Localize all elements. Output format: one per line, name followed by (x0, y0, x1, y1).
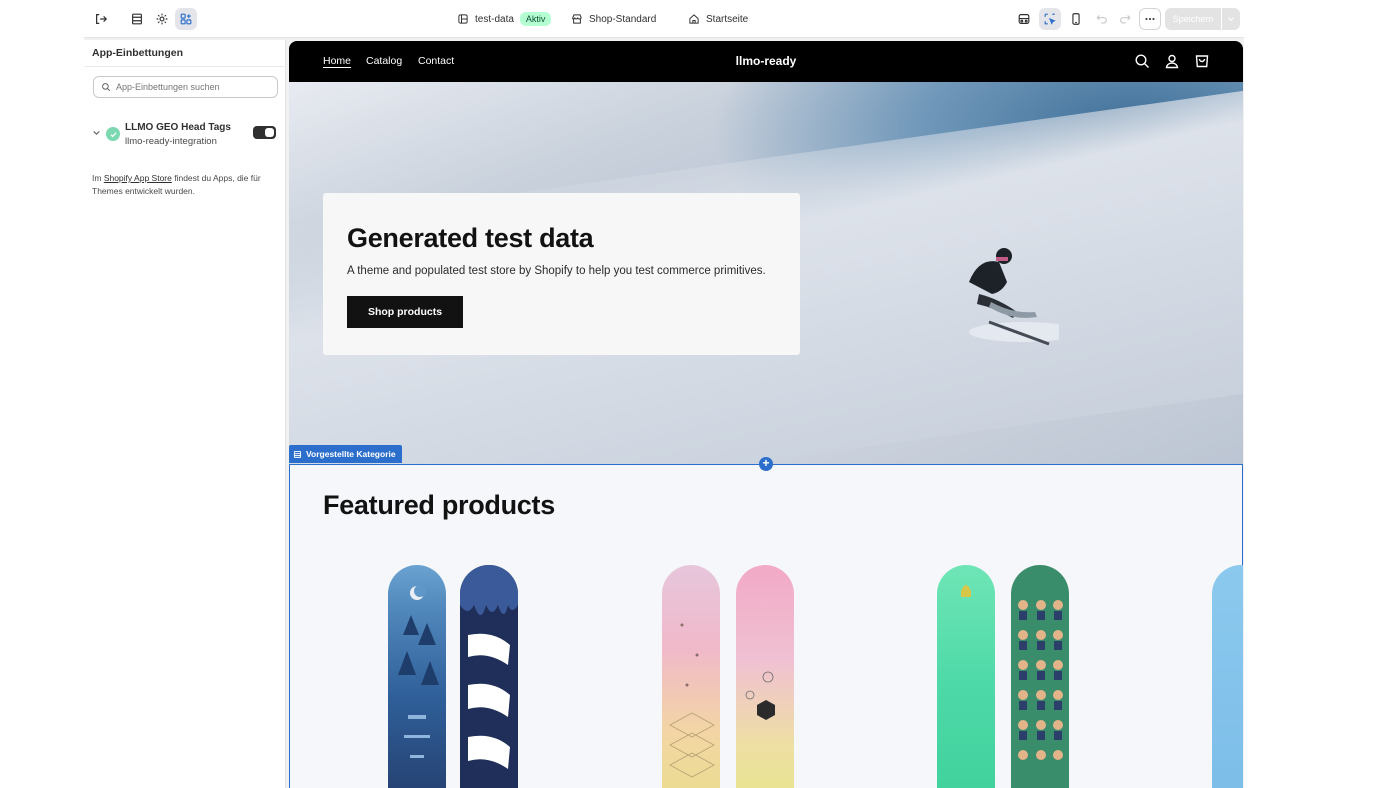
apps-icon (180, 13, 192, 25)
grid-pattern (669, 623, 715, 778)
hero-card: Generated test data A theme and populate… (323, 193, 800, 355)
section-icon (293, 450, 302, 458)
product-image (1011, 565, 1069, 788)
snowboarder-image (969, 248, 1059, 346)
product-image (460, 565, 518, 788)
store-header: Home Catalog Contact llmo-ready (289, 41, 1243, 82)
app-embed-item[interactable]: LLMO GEO Head Tags llmo-ready-integratio… (92, 120, 278, 150)
save-button[interactable]: Speichern (1165, 8, 1221, 30)
inspector-button[interactable] (1013, 8, 1035, 30)
ellipsis-icon (1145, 17, 1155, 21)
store-icon (458, 14, 468, 24)
section-tag-label: Vorgestellte Kategorie (306, 449, 396, 459)
mobile-icon (1072, 13, 1080, 25)
sections-icon (132, 13, 142, 25)
redo-button[interactable] (1114, 8, 1136, 30)
editor-topbar: test-data Aktiv Shop-Standard Startseite (84, 0, 1244, 38)
featured-title: Featured products (323, 490, 555, 520)
app-embed-name: LLMO GEO Head Tags (125, 122, 231, 133)
product-image (1212, 565, 1243, 788)
more-actions-button[interactable] (1139, 8, 1161, 30)
theme-name: Shop-Standard (589, 13, 657, 25)
inspector-icon (1018, 14, 1030, 24)
app-embed-handle: llmo-ready-integration (125, 136, 217, 147)
mobile-view-button[interactable] (1065, 8, 1087, 30)
exit-button[interactable] (90, 8, 112, 30)
search-input[interactable] (116, 82, 266, 92)
theme-settings-button[interactable] (151, 8, 173, 30)
store-preview: Home Catalog Contact llmo-ready Generate… (289, 41, 1243, 788)
search-icon[interactable] (1134, 53, 1150, 69)
select-cursor-icon (1044, 13, 1056, 25)
product-card[interactable] (937, 565, 1069, 788)
hero-title: Generated test data (347, 223, 594, 253)
cube-pattern (745, 671, 775, 720)
undo-icon (1096, 15, 1107, 24)
store-selector[interactable]: test-data Aktiv (457, 11, 552, 27)
panel-title: App-Einbettungen (92, 47, 183, 59)
undo-button[interactable] (1091, 8, 1113, 30)
gear-icon (156, 13, 168, 25)
hero-banner: Generated test data A theme and populate… (289, 82, 1243, 464)
app-store-note: Im Shopify App Store findest du Apps, di… (92, 172, 280, 198)
app-embeds-button[interactable] (175, 8, 197, 30)
trees-pattern (398, 585, 439, 758)
product-card[interactable] (1212, 565, 1243, 788)
search-icon (102, 83, 111, 92)
product-card[interactable] (662, 565, 794, 788)
page-name: Startseite (706, 13, 749, 25)
divider (84, 66, 286, 67)
status-badge: Aktiv (519, 12, 552, 26)
product-card[interactable] (388, 565, 520, 788)
exit-icon (96, 14, 108, 24)
search-box[interactable] (93, 76, 278, 98)
redo-icon (1120, 15, 1131, 24)
account-icon[interactable] (1164, 53, 1180, 69)
note-prefix: Im (92, 173, 104, 183)
desktop-view-button[interactable] (1039, 8, 1061, 30)
characters-pattern (1018, 600, 1063, 760)
chevron-down-icon (1228, 17, 1234, 21)
app-store-link[interactable]: Shopify App Store (104, 173, 172, 183)
home-icon (689, 14, 699, 24)
product-image (736, 565, 794, 788)
featured-products-section[interactable]: Featured products (289, 464, 1243, 788)
bell-pattern (961, 585, 971, 597)
store-logo[interactable]: llmo-ready (289, 54, 1243, 68)
product-image (662, 565, 720, 788)
cart-icon[interactable] (1194, 53, 1210, 69)
page-selector[interactable]: Startseite (688, 11, 748, 27)
theme-editor: test-data Aktiv Shop-Standard Startseite (84, 0, 1244, 788)
chevron-down-icon[interactable] (92, 128, 101, 137)
store-name: test-data (475, 13, 514, 25)
shop-icon (572, 14, 582, 24)
save-options-button[interactable] (1222, 8, 1240, 30)
product-image (388, 565, 446, 788)
app-embed-toggle[interactable] (253, 126, 276, 139)
product-image (937, 565, 995, 788)
shop-products-button[interactable]: Shop products (347, 296, 463, 328)
section-tag[interactable]: Vorgestellte Kategorie (289, 445, 402, 463)
add-section-button[interactable]: + (759, 457, 773, 471)
hero-text: A theme and populated test store by Shop… (347, 265, 766, 277)
app-embeds-panel: App-Einbettungen LLMO GEO Head Tags llmo… (84, 40, 286, 788)
sections-button[interactable] (126, 8, 148, 30)
theme-selector[interactable]: Shop-Standard (571, 11, 656, 27)
drip-pattern (460, 565, 518, 769)
check-icon (110, 131, 116, 137)
app-icon (106, 127, 120, 141)
